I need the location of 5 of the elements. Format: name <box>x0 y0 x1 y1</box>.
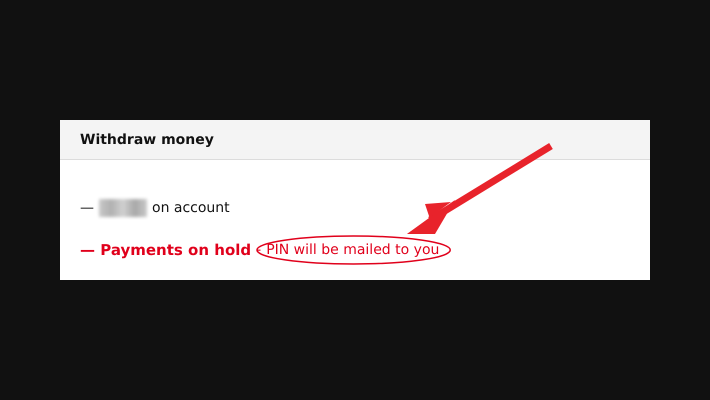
hold-status: — Payments on hold <box>80 240 252 260</box>
pin-note: PIN will be mailed to you <box>266 242 440 258</box>
balance-text: on account <box>152 199 230 218</box>
card-title: Withdraw money <box>80 132 214 148</box>
dash: — <box>80 199 94 218</box>
